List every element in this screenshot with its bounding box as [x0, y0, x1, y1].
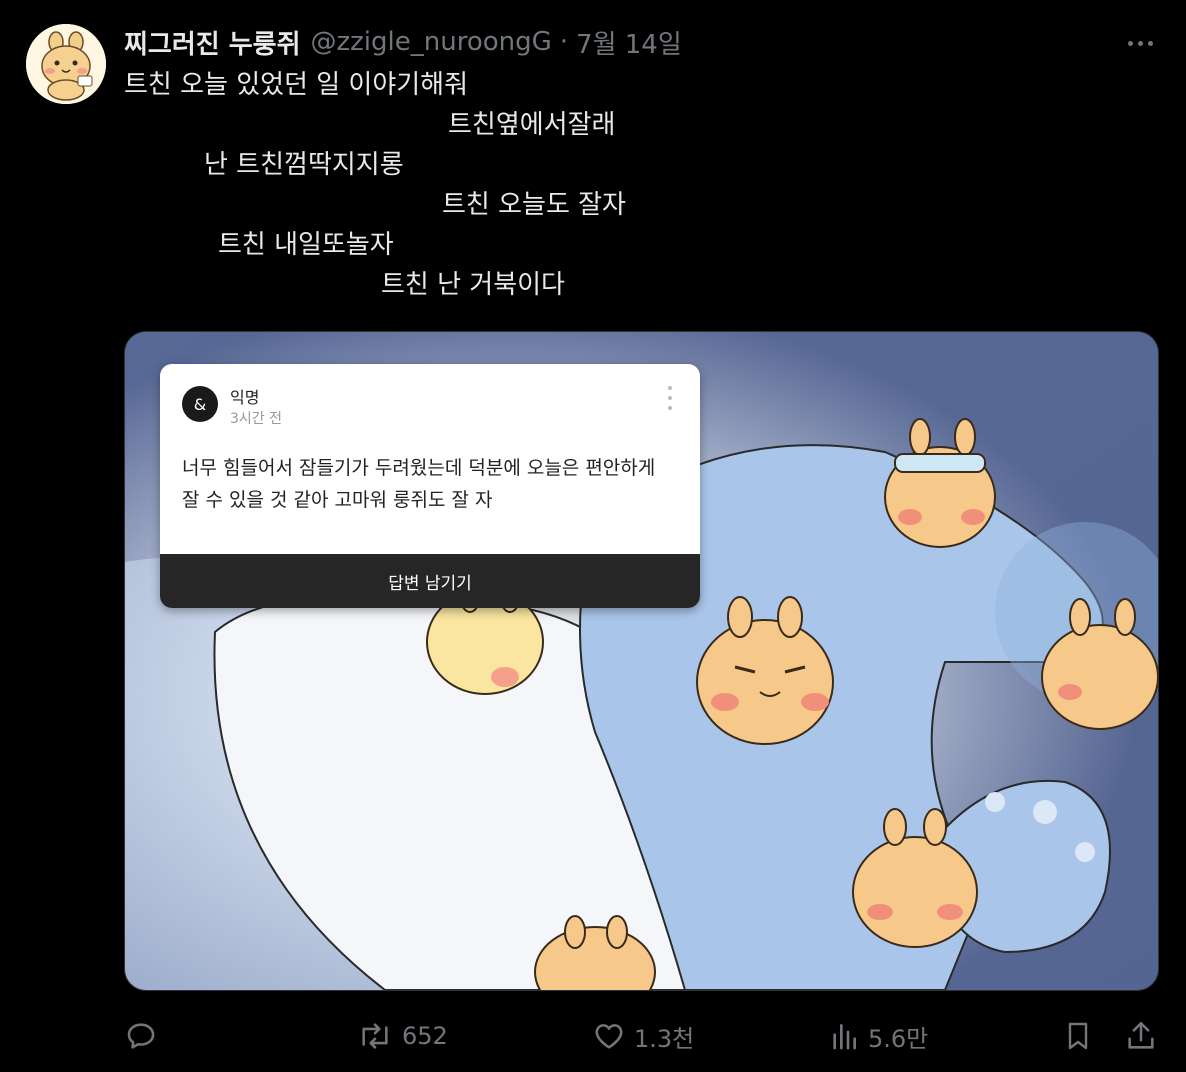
tweet-text-line: 트친 오늘도 잘자	[442, 190, 626, 220]
view-count: 5.6만	[868, 1024, 929, 1053]
hamster-avatar-icon	[26, 24, 106, 104]
bookmark-icon	[1068, 1022, 1088, 1050]
anonymous-avatar: &	[182, 386, 218, 422]
separator-dot: ·	[559, 27, 569, 57]
question-card: & 익명 3시간 전 너무 힘들어서 잠들기가 두려웠는데 덕분에 오늘은 편안…	[160, 364, 700, 608]
tweet-text-line: 난 트친껌딱지지롱	[204, 150, 404, 180]
action-bar: 652 1.3천 5.6만	[0, 1008, 1186, 1064]
card-message: 너무 힘들어서 잠들기가 두려웠는데 덕분에 오늘은 편안하게 잘 수 있을 것…	[182, 457, 656, 511]
retweet-count: 652	[402, 1022, 448, 1050]
tweet-image[interactable]: & 익명 3시간 전 너무 힘들어서 잠들기가 두려웠는데 덕분에 오늘은 편안…	[124, 331, 1159, 991]
more-icon[interactable]	[1122, 28, 1158, 58]
retweet-button[interactable]: 652	[356, 1008, 448, 1064]
tweet: 찌그러진 누룽쥐 @zzigle_nuroongG · 7월 14일 트친 오늘…	[0, 0, 1186, 1072]
like-icon	[595, 1024, 623, 1049]
reply-button[interactable]	[124, 1008, 166, 1064]
like-button[interactable]: 1.3천	[592, 1008, 694, 1064]
card-timestamp: 3시간 전	[230, 411, 282, 427]
tweet-text-line: 트친 난 거북이다	[381, 270, 565, 300]
like-count: 1.3천	[634, 1024, 695, 1053]
views-button[interactable]: 5.6만	[828, 1008, 928, 1064]
tweet-text-line: 트친옆에서잘래	[448, 110, 616, 140]
views-icon	[833, 1023, 856, 1050]
tweet-text-line: 트친 오늘 있었던 일 이야기해줘	[124, 70, 469, 100]
reply-icon	[127, 1023, 155, 1049]
tweet-date[interactable]: 7월 14일	[576, 24, 682, 61]
reply-answer-button: 답변 남기기	[160, 554, 700, 608]
tweet-header: 찌그러진 누룽쥐 @zzigle_nuroongG · 7월 14일	[124, 24, 682, 60]
share-button[interactable]	[1124, 1008, 1158, 1064]
retweet-icon	[362, 1023, 388, 1049]
card-author: 익명	[230, 388, 260, 407]
share-icon	[1128, 1021, 1154, 1049]
author-avatar[interactable]	[26, 24, 106, 104]
tweet-text-line: 트친 내일또놀자	[218, 230, 394, 260]
bookmark-button[interactable]	[1062, 1008, 1094, 1064]
card-more-icon	[665, 386, 675, 410]
display-name[interactable]: 찌그러진 누룽쥐	[124, 24, 301, 61]
user-handle[interactable]: @zzigle_nuroongG	[311, 27, 552, 57]
